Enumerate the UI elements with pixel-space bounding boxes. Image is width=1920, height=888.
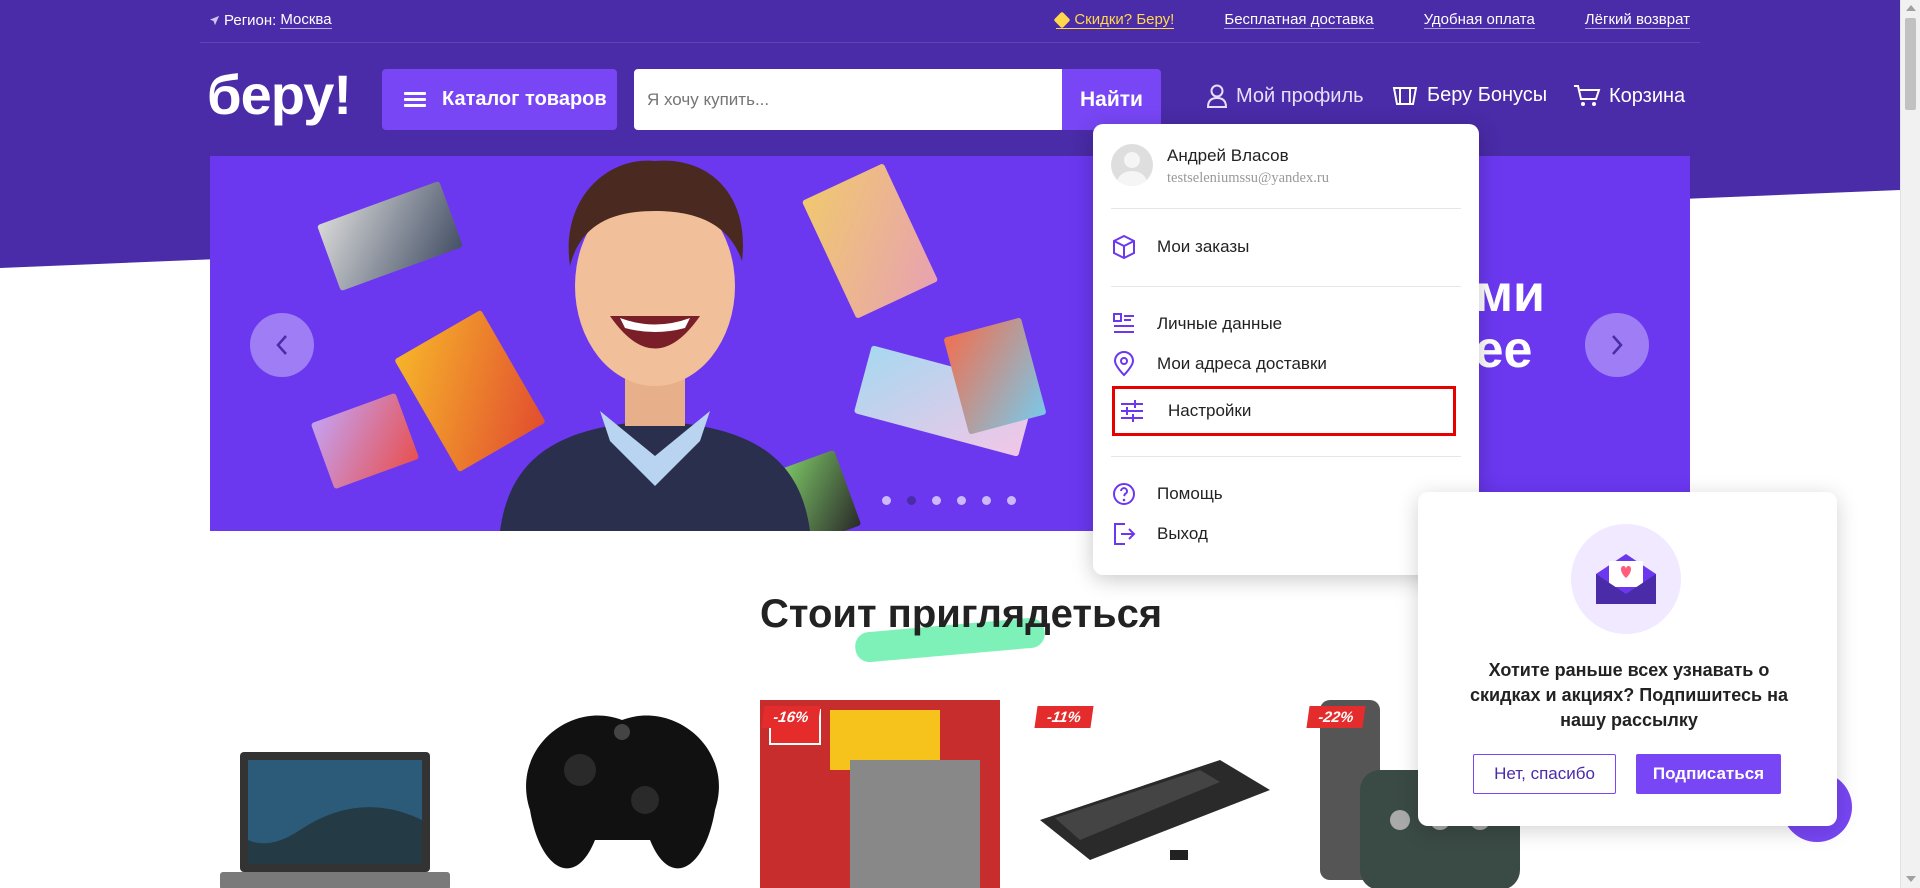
dropdown-divider — [1111, 286, 1461, 287]
catalog-button[interactable]: Каталог товаров — [382, 69, 617, 130]
top-bar: Регион: Москва Скидки? Беру! Бесплатная … — [0, 0, 1900, 42]
dropdown-divider — [1111, 208, 1461, 209]
menu-item-label: Помощь — [1157, 484, 1223, 503]
coupon-icon — [1392, 86, 1418, 105]
banner-dot[interactable] — [957, 496, 966, 505]
banner-next-button[interactable] — [1585, 313, 1649, 377]
discount-badge: -11% — [1034, 706, 1094, 728]
logout-icon — [1114, 523, 1136, 545]
menu-item-label: Выход — [1157, 524, 1208, 543]
banner-text-line: ми — [1474, 265, 1545, 323]
menu-item-label: Мои заказы — [1157, 237, 1250, 256]
question-circle-icon — [1113, 483, 1135, 505]
person-image — [500, 160, 810, 531]
avatar — [1111, 144, 1153, 186]
banner-text: ми ее — [1475, 266, 1545, 378]
catalog-button-label: Каталог товаров — [442, 88, 607, 110]
menu-icon — [404, 91, 426, 108]
envelope-heart-icon — [1571, 524, 1681, 634]
payment-link[interactable]: Удобная оплата — [1423, 11, 1535, 29]
user-name: Андрей Власов — [1167, 146, 1289, 165]
sliders-icon — [1121, 400, 1143, 422]
page-scrollbar[interactable] — [1900, 0, 1920, 888]
dropdown-divider — [1111, 456, 1461, 457]
bonus-link[interactable]: Беру Бонусы — [1391, 84, 1547, 107]
user-email: testseleniumssu@yandex.ru — [1167, 170, 1329, 186]
decline-button[interactable]: Нет, спасибо — [1473, 754, 1616, 794]
subscribe-button[interactable]: Подписаться — [1636, 754, 1781, 794]
banner-dot-active[interactable] — [907, 496, 916, 505]
menu-item-settings[interactable]: Настройки — [1112, 386, 1456, 436]
list-icon — [1113, 313, 1134, 333]
region-city[interactable]: Москва — [280, 11, 332, 29]
product-gamepad-image[interactable] — [500, 690, 745, 888]
region-label: Регион: — [224, 11, 277, 29]
menu-item-addresses[interactable]: Мои адреса доставки — [1111, 351, 1327, 377]
banner-dot[interactable] — [932, 496, 941, 505]
banner-text-line: ее — [1474, 321, 1533, 379]
region-selector[interactable]: Регион: Москва — [209, 11, 332, 29]
section-title: Стоит приглядеться — [760, 592, 1163, 636]
cart-link-label: Корзина — [1609, 84, 1686, 107]
menu-item-label: Настройки — [1168, 401, 1252, 420]
product-laptop-image[interactable] — [210, 690, 455, 888]
newsletter-popup: Хотите раньше всех узнавать о скидках и … — [1418, 492, 1837, 826]
box-icon — [1113, 234, 1135, 260]
cart-icon — [1574, 85, 1601, 106]
coupon-image — [310, 392, 420, 490]
discount-badge: -16% — [761, 706, 821, 728]
scroll-thumb[interactable] — [1905, 18, 1916, 110]
discounts-link-label: Скидки? Беру! — [1074, 11, 1175, 28]
profile-link[interactable]: Мой профиль — [1206, 84, 1364, 108]
chevron-right-icon — [1612, 335, 1623, 355]
tag-icon — [1053, 11, 1071, 28]
coupon-image — [316, 180, 464, 292]
menu-item-label: Мои адреса доставки — [1157, 354, 1327, 373]
free-delivery-link[interactable]: Бесплатная доставка — [1224, 11, 1374, 29]
location-pin-icon — [1113, 351, 1135, 377]
menu-item-help[interactable]: Помощь — [1111, 481, 1223, 507]
banner-prev-button[interactable] — [250, 313, 314, 377]
menu-item-orders[interactable]: Мои заказы — [1111, 234, 1249, 260]
scroll-up-icon[interactable] — [1906, 5, 1916, 11]
profile-link-label: Мой профиль — [1236, 84, 1364, 107]
newsletter-text: Хотите раньше всех узнавать о скидках и … — [1470, 660, 1788, 730]
menu-item-personal-data[interactable]: Личные данные — [1111, 311, 1282, 337]
search-input[interactable] — [634, 69, 1062, 130]
top-links: Скидки? Беру! Бесплатная доставка Удобна… — [1053, 11, 1690, 29]
cart-link[interactable]: Корзина — [1573, 84, 1685, 108]
banner-dot[interactable] — [1007, 496, 1016, 505]
banner-pagination — [882, 496, 1016, 505]
site-logo[interactable]: беру! — [207, 62, 352, 127]
scroll-down-icon[interactable] — [1906, 876, 1916, 882]
discount-badge: -22% — [1306, 706, 1366, 728]
menu-item-logout[interactable]: Выход — [1111, 521, 1208, 547]
bonus-link-label: Беру Бонусы — [1427, 84, 1548, 106]
dropdown-user-info: Андрей Власов testseleniumssu@yandex.ru — [1111, 144, 1329, 187]
user-icon — [1206, 84, 1228, 108]
location-arrow-icon — [209, 15, 220, 25]
menu-item-label: Личные данные — [1157, 314, 1283, 333]
returns-link[interactable]: Лёгкий возврат — [1584, 11, 1690, 29]
banner-dot[interactable] — [882, 496, 891, 505]
discounts-link[interactable]: Скидки? Беру! — [1053, 11, 1175, 29]
banner-dot[interactable] — [982, 496, 991, 505]
search-button[interactable]: Найти — [1062, 69, 1161, 130]
chevron-left-icon — [276, 335, 287, 355]
top-bar-divider — [200, 42, 1700, 43]
